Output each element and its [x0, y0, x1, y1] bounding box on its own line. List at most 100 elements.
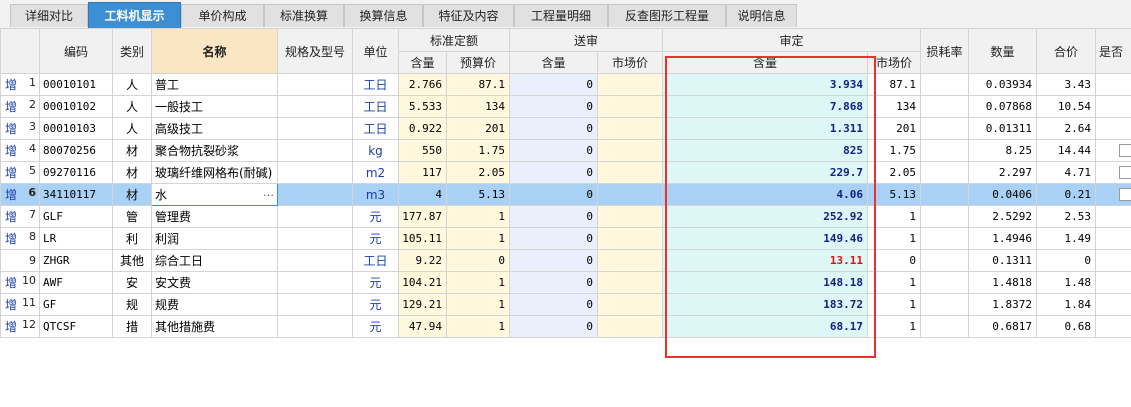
is-other-cell[interactable] — [1095, 205, 1131, 228]
std-amount-cell[interactable]: 105.11 — [398, 227, 447, 250]
budget-price-cell[interactable]: 201 — [445, 117, 511, 140]
std-amount-cell[interactable]: 9.22 — [398, 249, 447, 272]
spec-cell[interactable] — [277, 95, 353, 118]
tab-4[interactable]: 标准换算 — [264, 4, 344, 27]
table-row[interactable]: 增 8 LR 利利润元 105.11 1 0 149.46 1 1.4946 1.49 — [0, 227, 1131, 250]
budget-price-cell[interactable]: 1 — [445, 205, 511, 228]
name-cell[interactable]: 管理费 — [151, 205, 278, 228]
row-number-cell[interactable]: 增2 — [0, 95, 40, 118]
app-market-cell[interactable]: 2.05 — [867, 161, 922, 184]
loss-rate-cell[interactable] — [920, 95, 970, 118]
sub-market-cell[interactable] — [597, 73, 664, 96]
is-other-cell[interactable] — [1095, 183, 1131, 206]
category-cell[interactable]: 其他 — [112, 249, 152, 272]
row-number-cell[interactable]: 增4 — [0, 139, 40, 162]
header-std-amount[interactable]: 含量 — [398, 51, 447, 74]
name-cell[interactable]: 普工 — [151, 73, 278, 96]
row-number-cell[interactable]: 增 12 — [0, 315, 40, 338]
is-other-checkbox[interactable] — [1119, 188, 1131, 202]
app-market-cell[interactable]: 1 — [867, 315, 922, 338]
ellipsis-icon[interactable]: … — [263, 186, 274, 199]
total-cell[interactable]: 2.64 — [1036, 117, 1097, 140]
loss-rate-cell[interactable] — [920, 161, 970, 184]
app-market-cell[interactable]: 1 — [867, 205, 922, 228]
header-name[interactable]: 名称 — [151, 28, 278, 74]
std-amount-cell[interactable]: 129.21 — [398, 293, 447, 316]
category-cell[interactable]: 材 — [112, 139, 152, 162]
sub-market-cell[interactable] — [597, 161, 664, 184]
total-cell[interactable]: 3.43 — [1036, 73, 1097, 96]
quantity-cell[interactable]: 2.5292 — [968, 205, 1038, 228]
is-other-cell[interactable] — [1095, 139, 1131, 162]
header-sub-amount[interactable]: 含量 — [509, 51, 599, 74]
name-cell[interactable]: 水… — [151, 183, 278, 206]
name-cell[interactable]: 玻璃纤维网格布(耐碱) — [151, 161, 278, 184]
loss-rate-cell[interactable] — [920, 227, 970, 250]
code-cell[interactable]: GF — [39, 293, 113, 316]
unit-cell[interactable]: m3 — [352, 183, 399, 206]
budget-price-cell[interactable]: 1 — [445, 271, 511, 294]
tab-2[interactable]: 工料机显示 — [88, 2, 181, 28]
std-amount-cell[interactable]: 5.533 — [398, 95, 447, 118]
unit-cell[interactable]: m2 — [352, 161, 399, 184]
budget-price-cell[interactable]: 0 — [445, 249, 511, 272]
row-number-cell[interactable]: 增8 — [0, 227, 40, 250]
app-market-cell[interactable]: 5.13 — [867, 183, 922, 206]
row-number-cell[interactable]: 增6 — [0, 183, 40, 206]
row-number-cell[interactable]: 9 — [0, 249, 40, 272]
budget-price-cell[interactable]: 1.75 — [445, 139, 511, 162]
spec-cell[interactable] — [277, 139, 353, 162]
app-market-cell[interactable]: 134 — [867, 95, 922, 118]
code-cell[interactable]: 00010102 — [39, 95, 113, 118]
category-cell[interactable]: 材 — [112, 183, 152, 206]
category-cell[interactable]: 人 — [112, 73, 152, 96]
sub-amount-cell[interactable]: 0 — [509, 117, 599, 140]
sub-amount-cell[interactable]: 0 — [509, 227, 599, 250]
std-amount-cell[interactable]: 2.766 — [398, 73, 447, 96]
tab-6[interactable]: 特征及内容 — [423, 4, 514, 27]
table-row[interactable]: 增 6 34110117 材水… m3 4 5.13 0 4.06 5.13 0.0406 0.21 — [0, 183, 1131, 206]
total-cell[interactable]: 2.53 — [1036, 205, 1097, 228]
quantity-cell[interactable]: 1.4818 — [968, 271, 1038, 294]
loss-rate-cell[interactable] — [920, 73, 970, 96]
app-amount-cell[interactable]: 68.17 — [662, 315, 869, 338]
is-other-cell[interactable] — [1095, 249, 1131, 272]
std-amount-cell[interactable]: 177.87 — [398, 205, 447, 228]
header-sub-market[interactable]: 市场价 — [597, 51, 664, 74]
category-cell[interactable]: 利 — [112, 227, 152, 250]
sub-market-cell[interactable] — [597, 271, 664, 294]
std-amount-cell[interactable]: 117 — [398, 161, 447, 184]
budget-price-cell[interactable]: 87.1 — [445, 73, 511, 96]
name-cell[interactable]: 利润 — [151, 227, 278, 250]
sub-market-cell[interactable] — [597, 315, 664, 338]
name-cell[interactable]: 高级技工 — [151, 117, 278, 140]
budget-price-cell[interactable]: 1 — [445, 293, 511, 316]
total-cell[interactable]: 14.44 — [1036, 139, 1097, 162]
sub-amount-cell[interactable]: 0 — [509, 161, 599, 184]
std-amount-cell[interactable]: 104.21 — [398, 271, 447, 294]
app-market-cell[interactable]: 0 — [867, 249, 922, 272]
row-number-cell[interactable]: 增7 — [0, 205, 40, 228]
loss-rate-cell[interactable] — [920, 183, 970, 206]
header-total[interactable]: 合价 — [1036, 28, 1097, 74]
app-amount-cell[interactable]: 148.18 — [662, 271, 869, 294]
loss-rate-cell[interactable] — [920, 205, 970, 228]
quantity-cell[interactable]: 1.8372 — [968, 293, 1038, 316]
sub-amount-cell[interactable]: 0 — [509, 95, 599, 118]
total-cell[interactable]: 1.84 — [1036, 293, 1097, 316]
header-loss-rate[interactable]: 损耗率 — [920, 28, 970, 74]
budget-price-cell[interactable]: 2.05 — [445, 161, 511, 184]
table-row[interactable]: 增 11 GF 规规费元 129.21 1 0 183.72 1 1.8372 1.84 — [0, 293, 1131, 316]
name-cell[interactable]: 一般技工 — [151, 95, 278, 118]
sub-market-cell[interactable] — [597, 249, 664, 272]
name-cell[interactable]: 规费 — [151, 293, 278, 316]
std-amount-cell[interactable]: 4 — [398, 183, 447, 206]
quantity-cell[interactable]: 0.0406 — [968, 183, 1038, 206]
category-cell[interactable]: 管 — [112, 205, 152, 228]
header-is-other[interactable]: 是否 — [1095, 28, 1131, 74]
budget-price-cell[interactable]: 5.13 — [445, 183, 511, 206]
app-market-cell[interactable]: 1.75 — [867, 139, 922, 162]
unit-cell[interactable]: 元 — [352, 205, 399, 228]
unit-cell[interactable]: 元 — [352, 271, 399, 294]
sub-market-cell[interactable] — [597, 205, 664, 228]
